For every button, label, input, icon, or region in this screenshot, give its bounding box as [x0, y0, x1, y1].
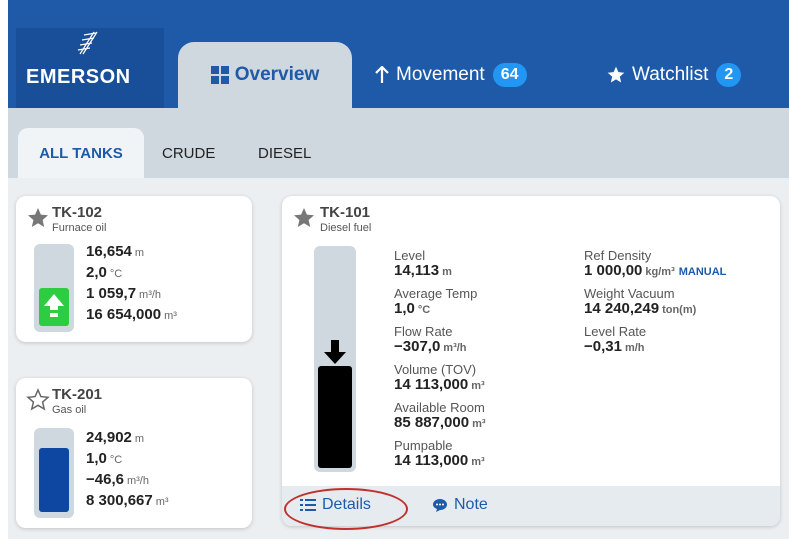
tank-grid: TK-102 Furnace oil 16,654 m 2,0 °C 1 059,7… [8, 178, 789, 539]
detail-unit: °C [417, 304, 431, 316]
volume-value: 16 654,000 [86, 306, 162, 323]
tab-overview-label: Overview [234, 64, 320, 85]
tank-product: Furnace oil [52, 222, 107, 234]
detail-value: −307,0 [394, 338, 441, 355]
detail-label: Volume (TOV) [394, 362, 477, 377]
note-button[interactable]: Note [432, 496, 488, 514]
temp-unit: °C [109, 454, 123, 466]
subtab-crude[interactable]: CRUDE [162, 128, 215, 178]
arrow-down-icon [318, 338, 352, 366]
movement-count-badge: 64 [492, 63, 527, 87]
detail-unit: m³ [471, 456, 485, 468]
tank-fill [39, 448, 69, 512]
comment-icon [432, 498, 448, 513]
detail-value: 14 113,000 [394, 452, 469, 469]
level-unit: m [134, 433, 145, 445]
detail-label: Pumpable [394, 438, 453, 453]
tank-card-tk-102[interactable]: TK-102 Furnace oil 16,654 m 2,0 °C 1 059,7… [16, 196, 252, 342]
top-header: EMERSON Overview Movement 64 Watchlist 2 [8, 0, 789, 108]
detail-label: Weight Vacuum [584, 286, 675, 301]
temp-unit: °C [109, 268, 123, 280]
detail-label: Average Temp [394, 286, 478, 301]
tab-watchlist[interactable]: Watchlist 2 [606, 42, 742, 108]
star-filled-icon[interactable] [26, 206, 50, 230]
grid-icon [210, 66, 229, 84]
volume-unit: m³ [164, 310, 177, 322]
star-icon [606, 65, 626, 85]
note-label: Note [454, 496, 488, 513]
tank-name: TK-102 [52, 204, 103, 221]
detail-label: Ref Density [584, 248, 652, 263]
level-value: 24,902 [86, 429, 132, 446]
detail-unit: m [442, 266, 452, 278]
temp-value: 2,0 [86, 264, 107, 281]
arrow-up-icon [44, 294, 64, 317]
watchlist-count-badge: 2 [716, 63, 742, 87]
flow-value: 1 059,7 [86, 285, 137, 302]
detail-value: 14,113 [394, 262, 440, 279]
tank-name: TK-101 [320, 204, 371, 221]
tab-watchlist-label: Watchlist [632, 64, 709, 85]
detail-left-column: Level 14,113 m Average Temp 1,0 °C Flow Rate… [394, 248, 486, 476]
level-value: 16,654 [86, 243, 132, 260]
detail-label: Flow Rate [394, 324, 453, 339]
detail-value: −0,31 [584, 338, 622, 355]
tank-product: Diesel fuel [320, 222, 372, 234]
volume-value: 8 300,667 [86, 492, 153, 509]
detail-label: Available Room [394, 400, 485, 415]
up-indicator [39, 288, 69, 326]
detail-unit: m³ [472, 418, 486, 430]
tab-movement[interactable]: Movement 64 [374, 42, 527, 108]
logo-text: EMERSON [26, 66, 131, 88]
emerson-logo: EMERSON [16, 28, 164, 108]
flow-value: −46,6 [86, 471, 124, 488]
detail-value: 85 887,000 [394, 414, 470, 431]
tab-movement-label: Movement [396, 64, 485, 85]
logo-mark-icon [77, 31, 98, 55]
detail-unit: kg/m³ [645, 266, 675, 278]
subtab-diesel[interactable]: DIESEL [258, 128, 311, 178]
details-highlight-annotation [284, 488, 408, 530]
detail-value: 1 000,00 [584, 262, 643, 279]
tank-level-gauge [34, 244, 74, 332]
detail-unit: ton(m) [662, 304, 697, 316]
detail-value: 1,0 [394, 300, 415, 317]
detail-value: 14 240,249 [584, 300, 660, 317]
manual-tag: MANUAL [678, 266, 727, 278]
tank-detail-card-tk-101: TK-101 Diesel fuel Level 14,113 m Average … [282, 196, 780, 526]
tank-name: TK-201 [52, 386, 103, 403]
detail-unit: m³/h [443, 342, 467, 354]
detail-label: Level [394, 248, 426, 263]
star-filled-icon[interactable] [292, 206, 316, 230]
tank-values: 24,902 m 1,0 °C −46,6 m³/h 8 300,667 m³ [86, 428, 169, 512]
flow-unit: m³/h [139, 289, 162, 301]
tank-card-tk-201[interactable]: TK-201 Gas oil 24,902 m 1,0 °C −46,6 m³/h 8… [16, 378, 252, 528]
level-unit: m [134, 247, 145, 259]
tank-filter-bar: ALL TANKS CRUDE DIESEL [8, 108, 789, 178]
detail-right-column: Ref Density 1 000,00 kg/m³ MANUAL Weight Va… [584, 248, 726, 362]
detail-unit: m/h [624, 342, 645, 354]
subtab-all-tanks[interactable]: ALL TANKS [18, 128, 144, 178]
detail-unit: m³ [471, 380, 485, 392]
tank-level-gauge [314, 246, 356, 472]
tank-level-gauge [34, 428, 74, 518]
volume-unit: m³ [155, 496, 169, 508]
tab-overview[interactable]: Overview [178, 42, 352, 108]
star-outline-icon[interactable] [26, 388, 50, 412]
detail-value: 14 113,000 [394, 376, 469, 393]
temp-value: 1,0 [86, 450, 107, 467]
arrow-up-icon [374, 66, 390, 84]
tank-fill [318, 366, 352, 468]
tank-values: 16,654 m 2,0 °C 1 059,7 m³/h 16 654,000 m³ [86, 242, 177, 326]
tank-product: Gas oil [52, 404, 87, 416]
flow-unit: m³/h [126, 475, 149, 487]
detail-label: Level Rate [584, 324, 647, 339]
